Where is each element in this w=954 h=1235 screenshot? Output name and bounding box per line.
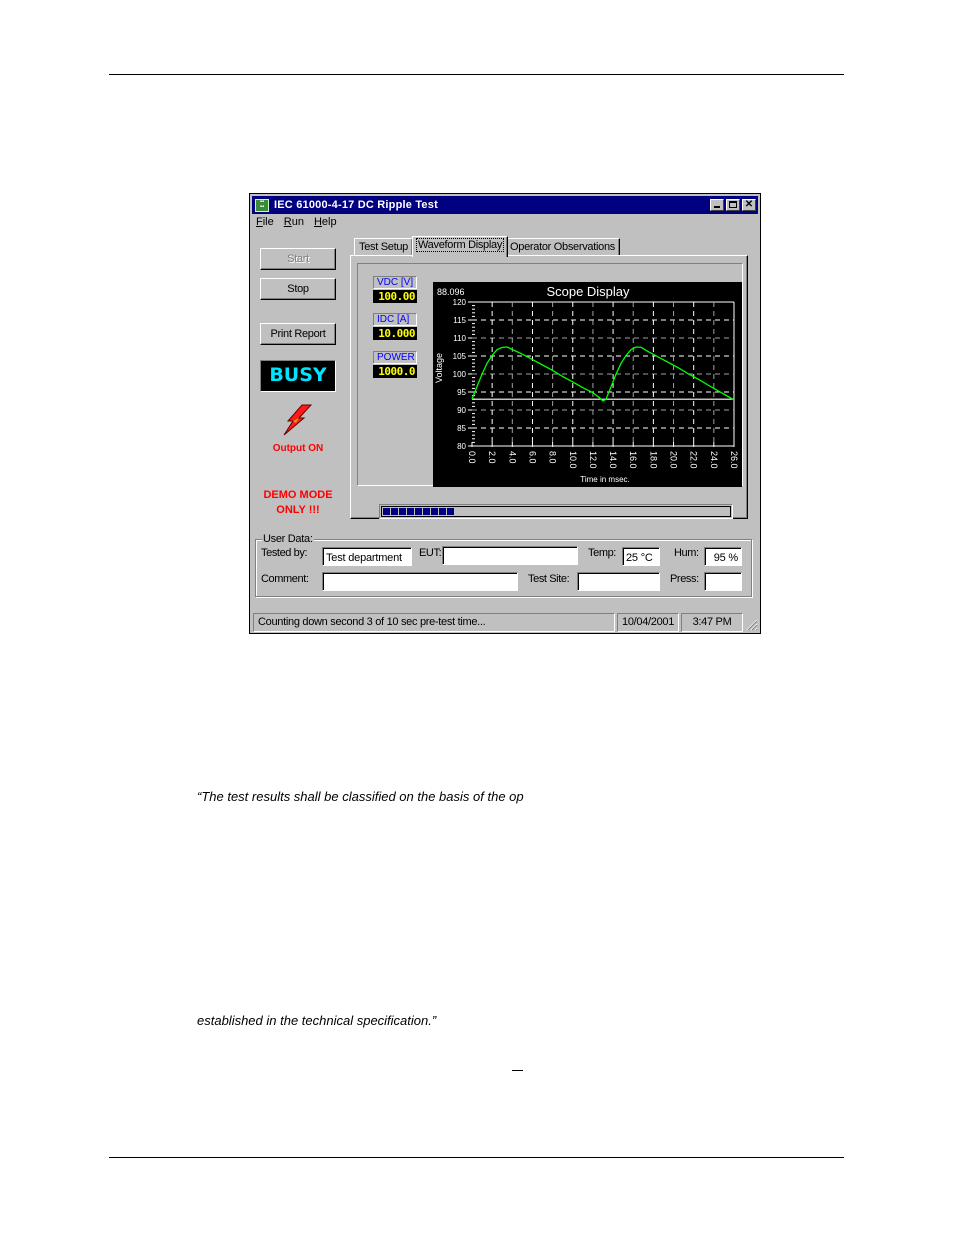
hum-input[interactable]: [704, 547, 742, 566]
test-site-label: Test Site:: [528, 573, 570, 585]
press-input[interactable]: [704, 572, 742, 591]
tab-test-setup[interactable]: Test Setup: [354, 238, 413, 256]
progress-segment: [399, 508, 406, 515]
app-icon: ▪▪ ▪▪: [255, 198, 269, 212]
idc-value: 10.000: [373, 327, 417, 340]
eut-input[interactable]: [442, 546, 578, 565]
x-tick-label: 22.0: [689, 451, 699, 469]
menu-help[interactable]: Help: [314, 216, 337, 232]
quote-line-2: established in the technical specificati…: [197, 1013, 437, 1028]
stop-button[interactable]: Stop: [260, 278, 336, 300]
x-tick-label: 6.0: [527, 451, 537, 464]
y-tick-label: 80: [457, 442, 466, 451]
y-tick-label: 110: [453, 334, 466, 343]
progress-track: [381, 506, 731, 517]
x-tick-label: 8.0: [548, 451, 558, 464]
window-title: IEC 61000-4-17 DC Ripple Test: [274, 199, 438, 211]
vdc-label: VDC [V]: [373, 276, 417, 289]
y-tick-label: 85: [457, 424, 466, 433]
scope-chart: Scope Display 88.096 Voltage Time in mse…: [434, 284, 739, 484]
close-icon: ✕: [744, 199, 754, 210]
corner-readout: 88.096: [437, 287, 465, 297]
title-bar[interactable]: ▪▪ ▪▪ IEC 61000-4-17 DC Ripple Test ✕: [252, 196, 758, 214]
x-tick-label: 4.0: [507, 451, 517, 464]
y-tick-label: 95: [457, 388, 466, 397]
y-tick-label: 115: [453, 316, 466, 325]
lightning-bolt-icon: [283, 404, 312, 436]
demo-line-1: DEMO MODE: [263, 489, 333, 501]
tested-by-label: Tested by:: [261, 547, 308, 559]
minimize-icon: [714, 206, 720, 208]
x-tick-label: 18.0: [648, 451, 658, 469]
resize-grip-icon[interactable]: [746, 619, 758, 631]
temp-label: Temp:: [588, 547, 616, 559]
press-label: Press:: [670, 573, 699, 585]
power-value: 1000.0: [373, 365, 417, 378]
user-data-group: User Data: Tested by: EUT: Temp: Hum: Co…: [255, 533, 752, 597]
chart-title: Scope Display: [546, 284, 630, 299]
x-tick-label: 12.0: [588, 451, 598, 469]
header-rule: [109, 74, 844, 75]
output-status: Output ON: [272, 443, 324, 454]
waveform-tab-panel: VDC [V] 100.00 IDC [A] 10.000 POWER 1000…: [350, 255, 748, 519]
x-tick-label: 14.0: [608, 451, 618, 469]
maximize-button[interactable]: [726, 199, 740, 211]
close-button[interactable]: ✕: [742, 199, 756, 211]
status-message: Counting down second 3 of 10 sec pre-tes…: [253, 613, 615, 632]
status-date: 10/04/2001: [617, 613, 679, 632]
x-tick-label: 16.0: [628, 451, 638, 469]
vdc-value: 100.00: [373, 290, 417, 303]
footer-rule: [109, 1157, 844, 1158]
temp-input[interactable]: [622, 547, 660, 566]
comment-label: Comment:: [261, 573, 309, 585]
progress-bar: [379, 504, 733, 519]
tab-waveform-display[interactable]: Waveform Display: [412, 236, 509, 257]
test-site-input[interactable]: [577, 572, 660, 591]
progress-segment: [391, 508, 398, 515]
user-data-label: User Data:: [262, 533, 314, 545]
display-frame: VDC [V] 100.00 IDC [A] 10.000 POWER 1000…: [357, 263, 743, 519]
hum-label: Hum:: [674, 547, 699, 559]
print-report-button[interactable]: Print Report: [260, 323, 336, 345]
app-window: ▪▪ ▪▪ IEC 61000-4-17 DC Ripple Test ✕ Fil…: [249, 193, 761, 634]
eut-label: EUT:: [419, 547, 442, 559]
progress-segment: [415, 508, 422, 515]
x-tick-label: 24.0: [709, 451, 719, 469]
y-axis-label: Voltage: [434, 353, 444, 383]
comment-input[interactable]: [322, 572, 518, 591]
quote-line-1: “The test results shall be classified on…: [197, 789, 524, 804]
demo-line-2: ONLY !!!: [276, 504, 320, 516]
y-tick-label: 100: [453, 370, 467, 379]
busy-indicator: BUSY: [260, 360, 336, 392]
progress-segment: [383, 508, 390, 515]
x-tick-label: 10.0: [568, 451, 578, 469]
menu-bar: File Run Help: [256, 216, 337, 232]
y-tick-label: 105: [453, 352, 467, 361]
y-tick-label: 120: [453, 298, 467, 307]
minimize-button[interactable]: [710, 199, 724, 211]
progress-segment: [423, 508, 430, 515]
progress-segment: [407, 508, 414, 515]
x-tick-label: 20.0: [669, 451, 679, 469]
demo-mode-notice: DEMO MODE ONLY !!!: [254, 488, 342, 518]
tab-operator-observations[interactable]: Operator Observations: [505, 238, 620, 256]
y-tick-label: 90: [457, 406, 466, 415]
progress-segment: [431, 508, 438, 515]
power-label: POWER: [373, 351, 417, 364]
x-tick-label: 0.0: [467, 451, 477, 464]
maximize-icon: [729, 201, 737, 208]
progress-segment: [439, 508, 446, 515]
start-button[interactable]: Start: [260, 248, 336, 270]
x-tick-label: 26.0: [729, 451, 739, 469]
x-axis-label: Time in msec.: [580, 475, 630, 484]
tested-by-input[interactable]: [322, 547, 412, 566]
scope-display: Scope Display 88.096 Voltage Time in mse…: [433, 282, 742, 487]
progress-segment: [447, 508, 454, 515]
menu-file[interactable]: File: [256, 216, 274, 232]
x-tick-label: 2.0: [487, 451, 497, 464]
status-time: 3:47 PM: [681, 613, 743, 632]
menu-run[interactable]: Run: [284, 216, 304, 232]
underline-mark: [512, 1070, 523, 1071]
idc-label: IDC [A]: [373, 313, 417, 326]
